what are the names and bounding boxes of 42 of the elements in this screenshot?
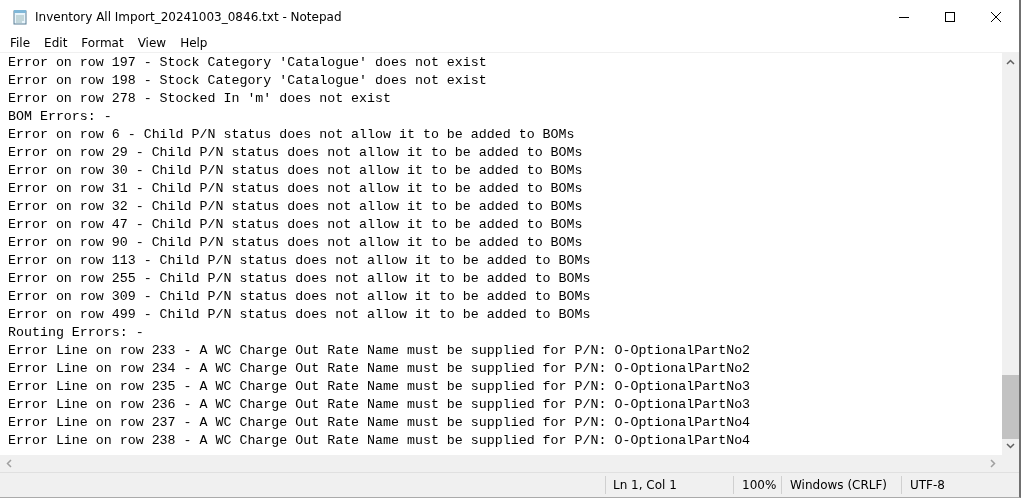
text-line: Error on row 90 - Child P/N status does not allow it to be added to BOMs (8, 234, 583, 252)
text-line: Error on row 499 - Child P/N status does not allow it to be added to BOMs (8, 306, 591, 324)
text-line: Error on row 255 - Child P/N status does not allow it to be added to BOMs (8, 270, 591, 288)
horizontal-scrollbar[interactable] (0, 455, 1002, 472)
text-line: Error Line on row 235 - A WC Charge Out Rate Name must be supplied for P/N: O-OptionalPartNo3 (8, 378, 751, 396)
text-line: Error Line on row 233 - A WC Charge Out Rate Name must be supplied for P/N: O-OptionalPartNo2 (8, 342, 751, 360)
scroll-down-icon[interactable] (1006, 443, 1015, 449)
text-line: Error on row 6 - Child P/N status does not allow it to be added to BOMs (8, 126, 575, 144)
text-line: Error on row 113 - Child P/N status does not allow it to be added to BOMs (8, 252, 591, 270)
menu-item[interactable]: Format (74, 34, 131, 52)
text-line: Error on row 31 - Child P/N status does not allow it to be added to BOMs (8, 180, 583, 198)
encoding: UTF-8 (901, 476, 1019, 494)
text-line: Error Line on row 237 - A WC Charge Out Rate Name must be supplied for P/N: O-OptionalPartNo4 (8, 414, 751, 432)
scroll-up-icon[interactable] (1006, 59, 1015, 65)
window-title: Inventory All Import_20241003_0846.txt - Notepad (35, 10, 343, 24)
scrollbar-thumb[interactable] (1002, 375, 1019, 439)
menu-item[interactable]: File (3, 34, 38, 52)
text-line: Error Line on row 236 - A WC Charge Out Rate Name must be supplied for P/N: O-OptionalPartNo3 (8, 396, 751, 414)
scroll-left-icon[interactable] (6, 459, 12, 468)
menu-item[interactable]: Edit (37, 34, 75, 52)
line-ending: Windows (CRLF) (781, 476, 901, 494)
vertical-scrollbar[interactable] (1002, 53, 1019, 455)
text-line: BOM Errors: - (8, 108, 112, 126)
text-line: Error on row 198 - Stock Category 'Catalogue' does not exist (8, 72, 487, 90)
menu-item[interactable]: Help (173, 34, 215, 52)
close-icon (991, 12, 1001, 22)
text-line: Error Line on row 238 - A WC Charge Out Rate Name must be supplied for P/N: O-OptionalPartNo4 (8, 432, 751, 450)
text-line: Error Line on row 234 - A WC Charge Out Rate Name must be supplied for P/N: O-OptionalPartNo2 (8, 360, 751, 378)
maximize-icon (945, 12, 955, 22)
text-line: Error on row 47 - Child P/N status does not allow it to be added to BOMs (8, 216, 583, 234)
zoom-level: 100% (733, 476, 781, 494)
notepad-icon (12, 9, 28, 25)
text-line: Error on row 30 - Child P/N status does not allow it to be added to BOMs (8, 162, 583, 180)
text-line: Error on row 197 - Stock Category 'Catalogue' does not exist (8, 54, 487, 72)
text-line: Error on row 278 - Stocked In 'm' does not exist (8, 90, 391, 108)
text-line: Error on row 32 - Child P/N status does not allow it to be added to BOMs (8, 198, 583, 216)
text-line: Error on row 309 - Child P/N status does not allow it to be added to BOMs (8, 288, 591, 306)
text-line: Error on row 29 - Child P/N status does not allow it to be added to BOMs (8, 144, 583, 162)
scroll-right-icon[interactable] (990, 459, 996, 468)
text-line: Routing Errors: - (8, 324, 144, 342)
cursor-position: Ln 1, Col 1 (605, 476, 733, 494)
menu-item[interactable]: View (130, 34, 174, 52)
